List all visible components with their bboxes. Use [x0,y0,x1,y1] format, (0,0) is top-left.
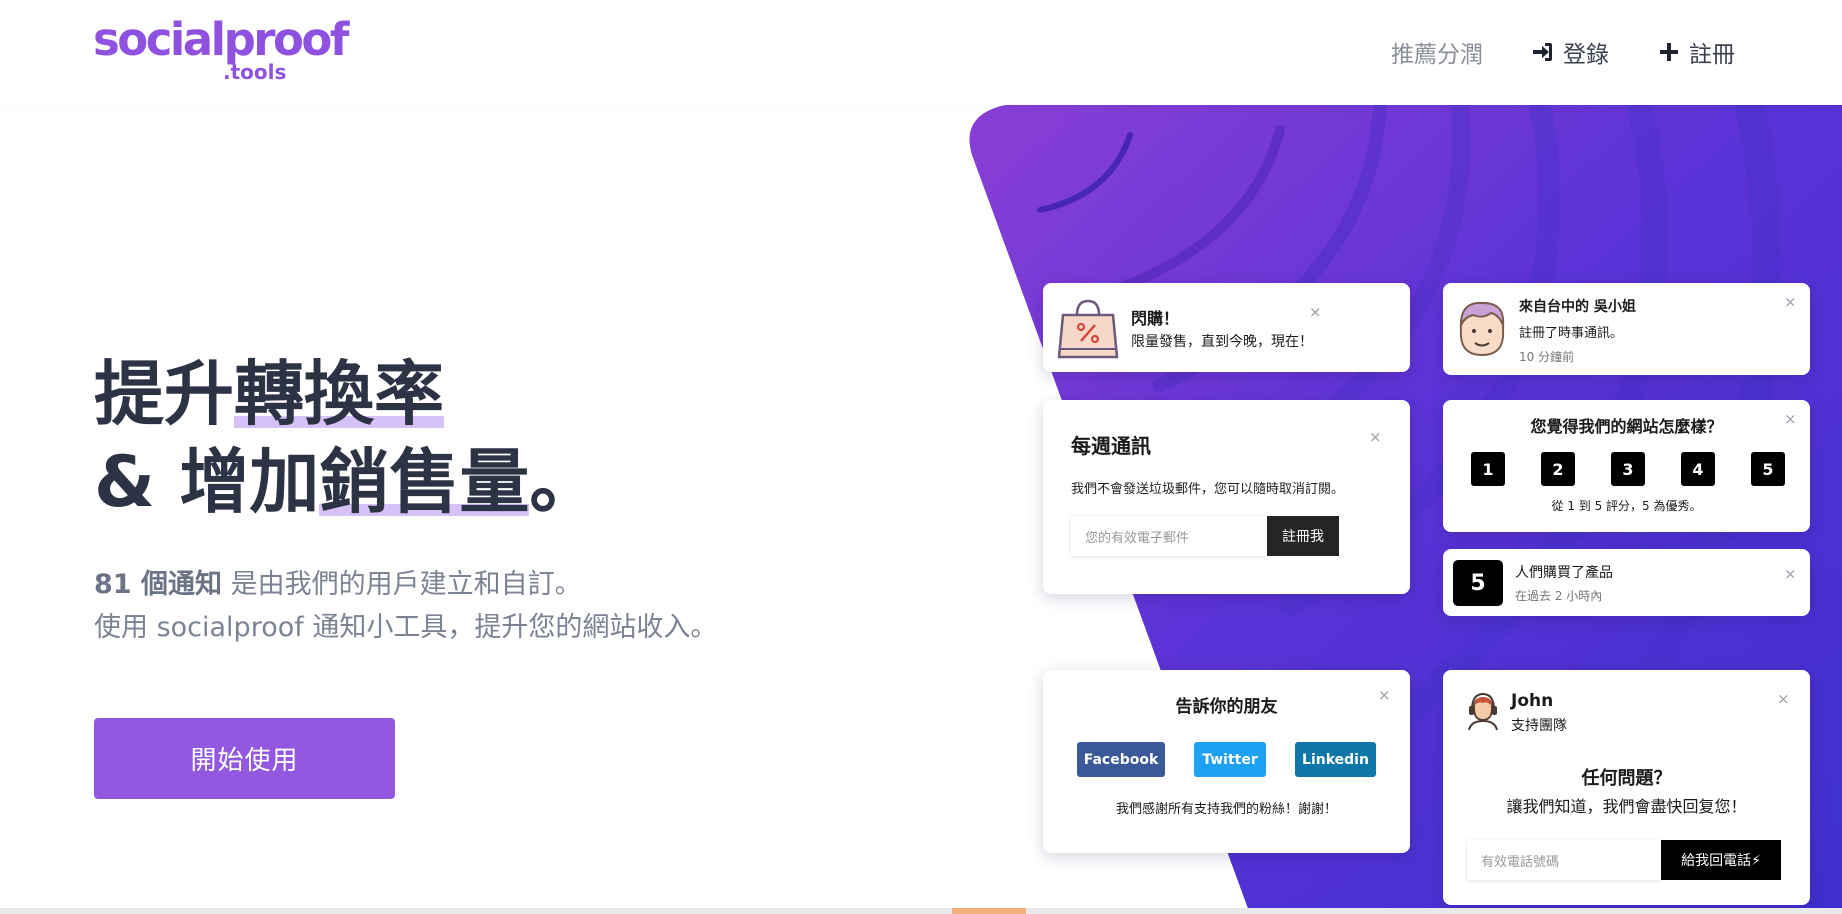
share-thanks-text: 我們感謝所有支持我們的粉絲！謝謝！ [1115,802,1337,817]
shopping-bag-icon [1057,299,1119,359]
signup-person: 來自台中的 吳小姐 [1519,299,1636,315]
support-agent-icon [1468,692,1498,731]
signup-time: 10 分鐘前 [1519,350,1575,364]
bottom-accent-bar [952,908,1026,914]
top-nav: 推薦分潤 登錄 註冊 [1391,35,1735,69]
rating-question: 您覺得我們的網站怎麼樣？ [1530,417,1723,436]
hero-title-line-2: & 增加銷售量。 [94,438,599,526]
flash-sale-title: 閃購！ [1131,309,1180,328]
subscribe-button[interactable]: 註冊我 [1267,516,1339,556]
close-icon[interactable]: × [1309,305,1322,320]
rating-option-4[interactable]: 4 [1681,452,1715,486]
facebook-share-button[interactable]: Facebook [1077,742,1165,777]
purchase-count: 5 [1453,560,1503,606]
rating-option-1[interactable]: 1 [1471,452,1505,486]
plus-icon [1660,43,1678,61]
logo[interactable]: socialproof .tools [93,14,368,86]
nav-login-link[interactable]: 登錄 [1531,35,1609,69]
hero-title-line-1: 提升轉換率 [94,350,599,438]
phone-field[interactable]: 有效電話號碼 [1467,840,1661,880]
hero-title-highlight-2: 銷售量 [319,438,530,526]
rating-option-3[interactable]: 3 [1611,452,1645,486]
email-field[interactable]: 您的有效電子郵件 [1071,516,1267,556]
close-icon[interactable]: × [1784,567,1797,582]
support-role: 支持團隊 [1511,718,1567,734]
support-name: John [1511,691,1554,711]
nav-affiliate-link[interactable]: 推薦分潤 [1391,35,1483,69]
hero-title-post-2: 。 [529,441,600,523]
hero-title: 提升轉換率 & 增加銷售量。 [94,350,599,526]
nav-register-link[interactable]: 註冊 [1657,35,1735,69]
hero-title-pre-2: & 增加 [94,441,320,523]
support-card: John 支持團隊 任何問題？ 讓我們知道，我們會盡快回复您！ 有效電話號碼 給… [1443,670,1810,905]
header: socialproof .tools 推薦分潤 登錄 註冊 [0,0,1842,105]
signup-notice-card: 來自台中的 吳小姐 註冊了時事通訊。 10 分鐘前 × [1443,283,1810,375]
close-icon[interactable]: × [1784,412,1797,427]
close-icon[interactable]: × [1777,692,1790,707]
support-text: 讓我們知道，我們會盡快回复您！ [1506,797,1747,816]
support-question: 任何問題？ [1581,768,1672,789]
newsletter-title: 每週通訊 [1071,434,1151,458]
rating-option-5[interactable]: 5 [1751,452,1785,486]
purchase-time: 在過去 2 小時內 [1515,589,1603,603]
nav-affiliate-label: 推薦分潤 [1391,42,1483,68]
nav-register-label: 註冊 [1689,42,1735,68]
hero-desc-line-2: 使用 socialproof 通知小工具，提升您的網站收入。 [94,612,718,643]
purchase-count-card: 5 人們購買了產品 在過去 2 小時內 × [1443,549,1810,616]
rating-card: 您覺得我們的網站怎麼樣？ 1 2 3 4 5 從 1 到 5 評分，5 為優秀。… [1443,400,1810,532]
twitter-share-button[interactable]: Twitter [1194,742,1266,777]
share-card: 告訴你的朋友 Facebook Twitter Linkedin 我們感謝所有支… [1043,670,1410,853]
hero-desc-line-1: 81 個通知 是由我們的用戶建立和自訂。 [94,563,717,606]
nav-login-label: 登錄 [1563,42,1609,68]
newsletter-text: 我們不會發送垃圾郵件，您可以隨時取消訂閱。 [1071,482,1345,497]
share-title: 告訴你的朋友 [1175,697,1278,717]
hero-title-highlight-1: 轉換率 [234,350,444,438]
flash-sale-card: 閃購！ 限量發售，直到今晚，現在！ × [1043,283,1410,372]
bottom-scroll-track [0,908,1842,914]
close-icon[interactable]: × [1784,295,1797,310]
newsletter-card: 每週通訊 我們不會發送垃圾郵件，您可以隨時取消訂閱。 您的有效電子郵件 註冊我 … [1043,400,1410,594]
close-icon[interactable]: × [1378,688,1391,703]
linkedin-share-button[interactable]: Linkedin [1295,742,1376,777]
purchase-text: 人們購買了產品 [1515,565,1613,581]
hero-desc-rest: 是由我們的用戶建立和自訂。 [221,569,582,600]
hero-description: 81 個通知 是由我們的用戶建立和自訂。 使用 socialproof 通知小工… [94,563,717,649]
callback-button[interactable]: 給我回電話⚡ [1661,840,1781,880]
logo-main: socialproof [93,13,349,66]
sign-in-icon [1533,43,1552,61]
rating-options: 1 2 3 4 5 [1471,452,1785,486]
get-started-button[interactable]: 開始使用 [94,718,395,799]
logo-sub: .tools [223,60,287,84]
rating-option-2[interactable]: 2 [1541,452,1575,486]
notification-count: 81 個通知 [94,569,222,600]
rating-hint: 從 1 到 5 評分，5 為優秀。 [1551,499,1702,513]
hero-title-pre-1: 提升 [94,353,234,435]
signup-text: 註冊了時事通訊。 [1519,326,1624,341]
flash-sale-text: 限量發售，直到今晚，現在！ [1131,334,1313,350]
user-face-icon [1459,301,1505,357]
close-icon[interactable]: × [1369,430,1382,445]
